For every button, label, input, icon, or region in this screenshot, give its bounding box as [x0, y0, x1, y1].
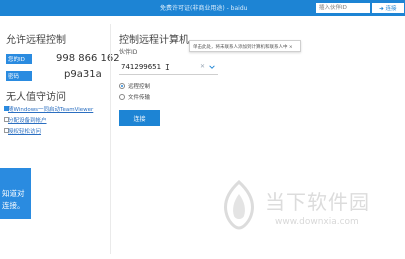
- status-line-2: 连接。: [2, 201, 25, 210]
- remote-control-radio[interactable]: [119, 83, 125, 89]
- assign-device-link[interactable]: 分配设备到帐户: [8, 116, 47, 124]
- password-label: 密码: [6, 71, 32, 81]
- watermark-url: www.downxia.com: [275, 217, 359, 227]
- remote-control-label: 远程控制: [128, 84, 151, 90]
- file-transfer-label: 文件传输: [128, 95, 151, 101]
- connection-status-panel: 知道对 连接。: [0, 168, 31, 219]
- password-value: p9a31a: [64, 69, 102, 80]
- panel-divider: [110, 24, 111, 254]
- top-connect-label: 连接: [385, 6, 397, 12]
- watermark-brand: 当下软件园: [265, 190, 370, 214]
- text-cursor-icon: I: [165, 63, 170, 72]
- start-with-windows-link[interactable]: 随Windows一同启动TeamViewer: [8, 105, 93, 113]
- control-remote-title: 控制远程计算机: [119, 35, 189, 46]
- unattended-access-title: 无人值守访问: [6, 92, 66, 103]
- partner-id-search-input[interactable]: [316, 3, 370, 13]
- window-title: 免费许可证(非商业用途) - baidu: [160, 5, 248, 12]
- chevron-down-icon[interactable]: [209, 64, 215, 70]
- connect-button[interactable]: 连接: [119, 110, 160, 126]
- clear-icon[interactable]: ✕: [200, 63, 205, 70]
- status-line-1: 知道对: [2, 189, 25, 198]
- top-connect-button[interactable]: 连接: [372, 3, 404, 13]
- arrow-right-icon: [379, 6, 385, 10]
- watermark-logo-icon: [224, 180, 254, 230]
- partner-id-label: 伙伴ID: [119, 49, 138, 56]
- allow-remote-title: 允许远程控制: [6, 35, 66, 46]
- title-bar: 免费许可证(非商业用途) - baidu 连接: [0, 0, 405, 16]
- file-transfer-radio[interactable]: [119, 94, 125, 100]
- your-id-label: 您的ID: [6, 54, 32, 64]
- add-contact-tooltip[interactable]: 单击此处，将未联系人添加到计算机和联系人中 ×: [189, 40, 301, 52]
- easy-access-link[interactable]: 授权轻松访问: [8, 127, 41, 135]
